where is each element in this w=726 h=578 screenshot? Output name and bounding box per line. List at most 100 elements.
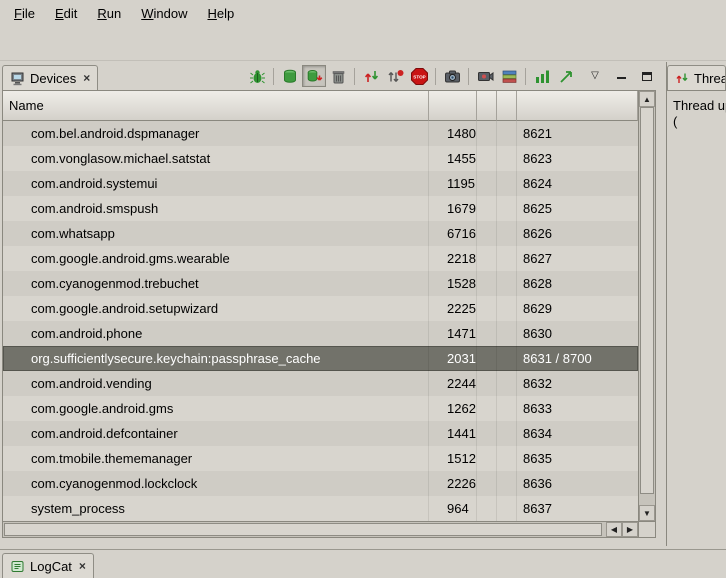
- table-row[interactable]: com.android.defcontainer 14411 8634: [3, 421, 638, 446]
- process-pid: 1195: [429, 171, 477, 196]
- update-threads-icon: [363, 68, 380, 85]
- process-cell-3: [477, 296, 497, 321]
- network-stats-button[interactable]: [530, 65, 554, 87]
- toolbar-separator: [435, 68, 436, 85]
- horizontal-scrollbar-thumb[interactable]: [4, 523, 602, 536]
- table-row[interactable]: com.android.systemui 1195 8624: [3, 171, 638, 196]
- threads-tabbar: Threads: [667, 62, 726, 90]
- horizontal-scrollbar[interactable]: ◀ ▶: [3, 521, 638, 537]
- scroll-right-icon[interactable]: ▶: [622, 522, 638, 537]
- process-cell-4: [497, 421, 517, 446]
- tab-devices[interactable]: Devices ×: [2, 65, 98, 90]
- column-header-name[interactable]: Name: [3, 91, 429, 121]
- process-name: com.google.android.gms: [3, 396, 429, 421]
- close-icon[interactable]: ×: [81, 71, 90, 85]
- table-row[interactable]: com.cyanogenmod.trebuchet 1528 8628: [3, 271, 638, 296]
- minimize-button[interactable]: [612, 67, 630, 85]
- table-row[interactable]: com.android.smspush 1679 8625: [3, 196, 638, 221]
- process-cell-4: [497, 321, 517, 346]
- cause-gc-icon: [330, 68, 347, 85]
- network-stats-icon: [534, 68, 551, 85]
- table-row[interactable]: com.cyanogenmod.lockclock 22265 8636: [3, 471, 638, 496]
- update-heap-button[interactable]: [278, 65, 302, 87]
- process-pid: 22185: [429, 246, 477, 271]
- stop-process-button[interactable]: STOP: [407, 65, 431, 87]
- method-profiling-icon: [387, 68, 404, 85]
- view-menu-button[interactable]: ▽: [586, 67, 604, 85]
- menubar: File Edit Run Window Help: [0, 0, 726, 27]
- screen-record-icon: [477, 68, 494, 85]
- screen-record-button[interactable]: [473, 65, 497, 87]
- system-info-icon: [501, 68, 518, 85]
- menu-window[interactable]: Window: [131, 2, 197, 25]
- process-cell-3: [477, 496, 497, 521]
- process-name: com.whatsapp: [3, 221, 429, 246]
- process-name: com.cyanogenmod.trebuchet: [3, 271, 429, 296]
- cause-gc-button[interactable]: [326, 65, 350, 87]
- close-icon[interactable]: ×: [77, 559, 86, 573]
- table-row[interactable]: com.android.vending 22440 8632: [3, 371, 638, 396]
- table-row[interactable]: com.google.android.gms 12623 8633: [3, 396, 638, 421]
- scroll-down-icon[interactable]: ▼: [639, 505, 655, 521]
- menu-file[interactable]: File: [4, 2, 45, 25]
- process-cell-4: [497, 471, 517, 496]
- tab-logcat[interactable]: LogCat ×: [2, 553, 94, 578]
- process-port: 8627: [517, 246, 638, 271]
- process-pid: 22250: [429, 296, 477, 321]
- table-row[interactable]: com.google.android.setupwizard 22250 862…: [3, 296, 638, 321]
- column-header-pid[interactable]: [429, 91, 477, 121]
- table-row[interactable]: com.bel.android.dspmanager 1480 8621: [3, 121, 638, 146]
- process-port: 8635: [517, 446, 638, 471]
- menu-help[interactable]: Help: [197, 2, 244, 25]
- table-row[interactable]: com.whatsapp 6716 8626: [3, 221, 638, 246]
- process-cell-4: [497, 146, 517, 171]
- table-row[interactable]: com.google.android.gms.wearable 22185 86…: [3, 246, 638, 271]
- scroll-up-icon[interactable]: ▲: [639, 91, 655, 107]
- table-row[interactable]: com.android.phone 1471 8630: [3, 321, 638, 346]
- dump-hprof-icon: [306, 68, 323, 85]
- tab-threads[interactable]: Threads: [667, 65, 726, 90]
- column-header-port[interactable]: [517, 91, 638, 121]
- process-port: 8636: [517, 471, 638, 496]
- table-row[interactable]: com.tmobile.thememanager 1512 8635: [3, 446, 638, 471]
- process-cell-4: [497, 221, 517, 246]
- table-row[interactable]: system_process 964 8637: [3, 496, 638, 521]
- process-port: 8631 / 8700: [517, 346, 638, 371]
- process-name: com.google.android.setupwizard: [3, 296, 429, 321]
- update-threads-button[interactable]: [359, 65, 383, 87]
- process-name: com.vonglasow.michael.satstat: [3, 146, 429, 171]
- scroll-left-icon[interactable]: ◀: [606, 522, 622, 537]
- process-cell-4: [497, 496, 517, 521]
- method-profiling-button[interactable]: [383, 65, 407, 87]
- toolbar-separator: [468, 68, 469, 85]
- column-header-4[interactable]: [497, 91, 517, 121]
- table-row[interactable]: org.sufficientlysecure.keychain:passphra…: [3, 346, 638, 371]
- menu-run[interactable]: Run: [87, 2, 131, 25]
- process-name: com.android.defcontainer: [3, 421, 429, 446]
- tab-logcat-label: LogCat: [30, 559, 72, 574]
- vertical-scrollbar-thumb[interactable]: [640, 107, 654, 494]
- menu-edit[interactable]: Edit: [45, 2, 87, 25]
- process-cell-3: [477, 246, 497, 271]
- devices-tabbar: Devices × STOP: [2, 62, 656, 90]
- process-pid: 1512: [429, 446, 477, 471]
- process-cell-4: [497, 371, 517, 396]
- vertical-scrollbar[interactable]: ▲ ▼: [638, 91, 655, 521]
- debug-process-button[interactable]: [245, 65, 269, 87]
- process-table: Name com.bel.android.dspmanager 1480 862…: [2, 90, 656, 538]
- screen-capture-button[interactable]: [440, 65, 464, 87]
- dump-hprof-button[interactable]: [302, 65, 326, 87]
- system-info-button[interactable]: [497, 65, 521, 87]
- table-row[interactable]: com.vonglasow.michael.satstat 14553 8623: [3, 146, 638, 171]
- process-name: com.android.systemui: [3, 171, 429, 196]
- tab-threads-label: Threads: [694, 71, 726, 86]
- tracer-button[interactable]: [554, 65, 578, 87]
- toolbar-separator: [273, 68, 274, 85]
- process-cell-3: [477, 346, 497, 371]
- column-header-3[interactable]: [477, 91, 497, 121]
- logcat-view: LogCat ×: [0, 549, 726, 577]
- logcat-icon: [10, 559, 25, 574]
- process-cell-3: [477, 471, 497, 496]
- process-cell-4: [497, 271, 517, 296]
- maximize-button[interactable]: [638, 67, 656, 85]
